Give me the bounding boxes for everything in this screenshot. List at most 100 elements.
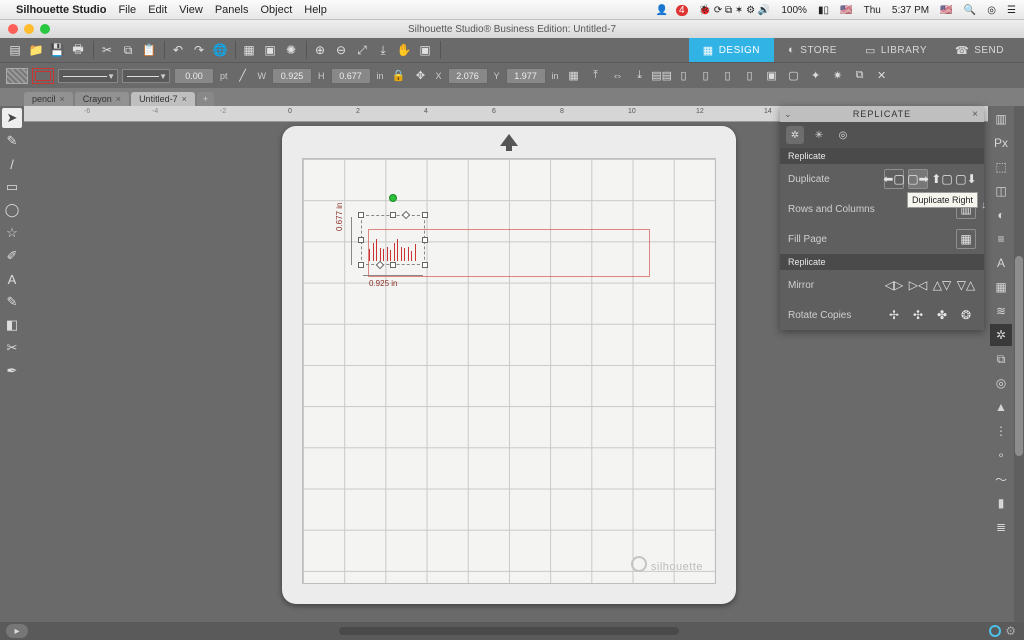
add-tab-button[interactable]: + <box>197 92 214 106</box>
spotlight-icon[interactable]: 🔍 <box>964 5 976 16</box>
stipple-panel-icon[interactable]: ⋮ <box>990 420 1012 442</box>
nest-panel-icon[interactable]: ▲ <box>990 396 1012 418</box>
rotate-handle[interactable] <box>389 194 397 202</box>
line-end-icon[interactable]: ╱ <box>234 67 252 85</box>
pan-icon[interactable]: ✋ <box>395 41 413 59</box>
resize-handle-se[interactable] <box>422 262 428 268</box>
align-center-icon[interactable]: ⇔ <box>609 67 627 85</box>
edit-points-tool-icon[interactable]: ✎ <box>2 131 22 151</box>
select-tool-icon[interactable]: ➤ <box>2 108 22 128</box>
anchor-grid-icon[interactable]: ▦ <box>565 67 583 85</box>
menu-help[interactable]: Help <box>304 4 327 16</box>
vertical-scrollbar[interactable] <box>1014 106 1024 622</box>
knife-tool-icon[interactable]: ✂ <box>2 338 22 358</box>
line-tool-icon[interactable]: / <box>2 154 22 174</box>
width-field[interactable]: 0.925 <box>272 68 312 84</box>
fill-swatch[interactable] <box>6 68 28 84</box>
siri-icon[interactable]: ◎ <box>987 5 996 16</box>
transform-panel-icon[interactable]: ⬚ <box>990 156 1012 178</box>
layers-panel-icon[interactable]: ≋ <box>990 300 1012 322</box>
mirror-left-button[interactable]: ◁▷ <box>884 275 904 295</box>
zoom-drag-icon[interactable]: ⤓ <box>374 41 392 59</box>
panel-tab-basic-icon[interactable]: ✲ <box>786 126 804 144</box>
close-tab-icon[interactable]: × <box>182 94 187 104</box>
freehand-tool-icon[interactable]: ✐ <box>2 246 22 266</box>
doc-tab-3[interactable]: Untitled-7× <box>131 92 195 106</box>
duplicate-right-button[interactable]: ▢➡ <box>908 169 928 189</box>
panel-tab-object-icon[interactable]: ◎ <box>834 126 852 144</box>
duplicate-below-button[interactable]: ▢⬇ <box>956 169 976 189</box>
align-left-icon[interactable]: ⤒ <box>587 67 605 85</box>
note-tool-icon[interactable]: ✎ <box>2 292 22 312</box>
menu-panels[interactable]: Panels <box>215 4 249 16</box>
align-right-icon[interactable]: ⤓ <box>631 67 649 85</box>
modify-panel-icon[interactable]: ⧉ <box>990 348 1012 370</box>
move-anchor-icon[interactable]: ✥ <box>412 67 430 85</box>
arrange-front-icon[interactable]: ▯ <box>741 67 759 85</box>
redo-icon[interactable]: ↷ <box>190 41 208 59</box>
height-field[interactable]: 0.677 <box>331 68 371 84</box>
panel-titlebar[interactable]: ⌄ REPLICATE × <box>780 106 984 122</box>
open-file-icon[interactable]: 📁 <box>27 41 45 59</box>
resize-handle-sw[interactable] <box>358 262 364 268</box>
collapse-panel-icon[interactable]: ⌄ <box>784 109 793 120</box>
fill-panel-icon[interactable]: ◐ <box>990 204 1012 226</box>
fit-page-icon[interactable]: ▣ <box>416 41 434 59</box>
arrange-forward-icon[interactable]: ▯ <box>719 67 737 85</box>
panel-tab-advanced-icon[interactable]: ✳ <box>810 126 828 144</box>
barcode-panel-icon[interactable]: ▮ <box>990 492 1012 514</box>
selection-bounds[interactable] <box>361 215 425 265</box>
eraser-tool-icon[interactable]: ◧ <box>2 315 22 335</box>
replicate-tool-icon[interactable]: ▤▤ <box>653 67 671 85</box>
tab-send[interactable]: ☎SEND <box>941 38 1018 62</box>
line-weight-select[interactable]: ▼ <box>122 69 170 83</box>
arrange-back-icon[interactable]: ▯ <box>675 67 693 85</box>
rotate-two-button[interactable]: ✣ <box>908 305 928 325</box>
print-icon[interactable]: 🖶 <box>69 41 87 59</box>
rectangle-tool-icon[interactable]: ▭ <box>2 177 22 197</box>
ellipse-tool-icon[interactable]: ◯ <box>2 200 22 220</box>
media-panel-icon[interactable]: ≣ <box>990 516 1012 538</box>
menu-app[interactable]: Silhouette Studio <box>16 4 106 16</box>
pixscan-panel-icon[interactable]: Px <box>990 132 1012 154</box>
star-tool-icon[interactable]: ✷ <box>829 67 847 85</box>
menu-file[interactable]: File <box>118 4 136 16</box>
tab-design[interactable]: ▦DESIGN <box>689 38 774 62</box>
shear-handle-top[interactable] <box>402 211 410 219</box>
resize-handle-w[interactable] <box>358 237 364 243</box>
line-swatch[interactable] <box>32 68 54 84</box>
grid-panel-icon[interactable]: ◫ <box>990 180 1012 202</box>
polygon-tool-icon[interactable]: ☆ <box>2 223 22 243</box>
replicate-panel-icon[interactable]: ✲ <box>990 324 1012 346</box>
stroke-width-field[interactable]: 0.00 <box>174 68 214 84</box>
chain-icon[interactable]: ⧉ <box>851 67 869 85</box>
clock-day[interactable]: Thu <box>864 5 881 16</box>
tab-library[interactable]: ▭LIBRARY <box>851 38 941 62</box>
menu-object[interactable]: Object <box>260 4 292 16</box>
connection-status-icon[interactable] <box>989 625 1001 637</box>
fill-page-button[interactable]: ▦ <box>956 229 976 249</box>
design-grid[interactable]: 0.677 in 0.925 in silhouette <box>302 158 716 584</box>
group-icon[interactable]: ▣ <box>763 67 781 85</box>
cancel-icon[interactable]: ✕ <box>873 67 891 85</box>
copy-icon[interactable]: ⧉ <box>119 41 137 59</box>
doc-tab-1[interactable]: pencil× <box>24 92 73 106</box>
close-tab-icon[interactable]: × <box>60 94 65 104</box>
x-field[interactable]: 2.076 <box>448 68 488 84</box>
paste-icon[interactable]: 📋 <box>140 41 158 59</box>
menu-view[interactable]: View <box>179 4 203 16</box>
rotate-five-button[interactable]: ❂ <box>956 305 976 325</box>
lock-aspect-icon[interactable]: 🔒 <box>390 67 408 85</box>
magic-icon[interactable]: ✦ <box>807 67 825 85</box>
rhinestone-panel-icon[interactable]: ∘ <box>990 444 1012 466</box>
text-tool-icon[interactable]: A <box>2 269 22 289</box>
replicate-panel[interactable]: ⌄ REPLICATE × ✲ ✳ ◎ Replicate Duplicate … <box>780 106 984 330</box>
duplicate-left-button[interactable]: ⬅▢ <box>884 169 904 189</box>
save-icon[interactable]: 💾 <box>48 41 66 59</box>
resize-handle-n[interactable] <box>390 212 396 218</box>
text-panel-icon[interactable]: A <box>990 252 1012 274</box>
rotate-three-button[interactable]: ✤ <box>932 305 952 325</box>
zoom-selection-icon[interactable]: ⤢ <box>353 41 371 59</box>
duplicate-above-button[interactable]: ⬆▢ <box>932 169 952 189</box>
keyboard-flag[interactable]: 🇺🇸 <box>840 5 852 16</box>
